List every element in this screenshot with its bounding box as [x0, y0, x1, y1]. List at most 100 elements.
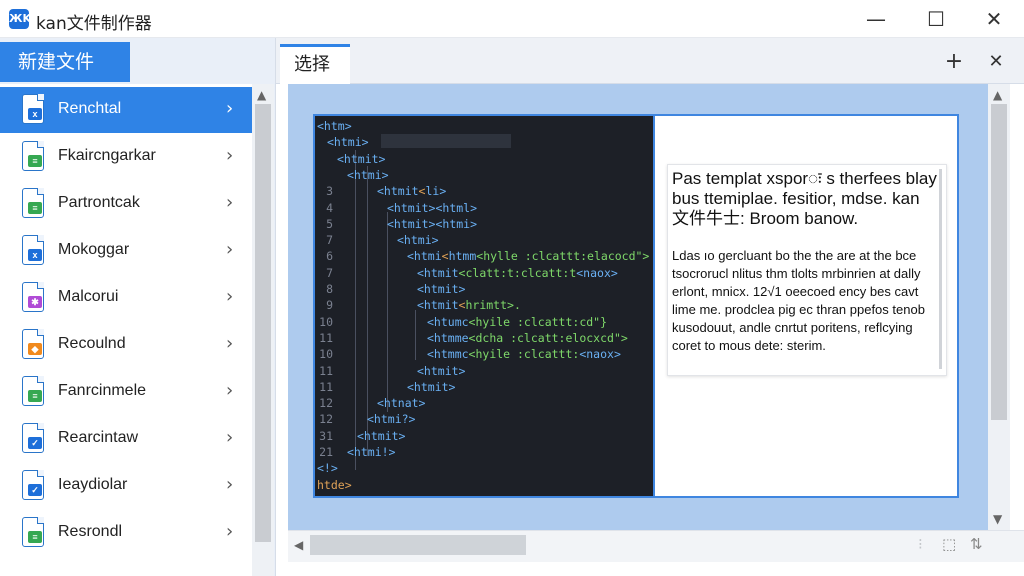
chevron-right-icon: ›	[226, 98, 234, 119]
sidebar: 新建文件 x Renchtal › ≡ Fkaircngarkar › ≡ Partrontc…	[0, 38, 276, 576]
scroll-left-arrow-icon[interactable]: ◀	[294, 538, 303, 552]
line-number: 21	[319, 445, 333, 459]
add-tab-button[interactable]: +	[934, 44, 974, 80]
file-icon: ≡	[20, 376, 48, 408]
line-number: 12	[319, 396, 333, 411]
file-list-item[interactable]: ≡ Fanrcinmele ›	[0, 369, 252, 415]
file-list-item[interactable]: ✱ Malcorui ›	[0, 275, 252, 321]
chevron-right-icon: ›	[226, 427, 234, 448]
file-list-item-label: Fanrcinmele	[58, 382, 147, 399]
canvas-vscroll-thumb[interactable]	[991, 104, 1007, 420]
code-token: <htmi>	[435, 216, 478, 231]
scroll-up-arrow-icon[interactable]: ▲	[993, 88, 1002, 102]
line-number: 10	[319, 347, 333, 362]
code-token: <htmit>	[387, 200, 436, 215]
canvas-hscroll-thumb[interactable]	[310, 535, 526, 555]
code-token: <htmit>	[417, 282, 466, 296]
scroll-down-arrow-icon[interactable]: ▼	[993, 512, 1002, 526]
file-list-item-label: Mokoggar	[58, 241, 130, 258]
chevron-right-icon: ›	[226, 286, 234, 307]
code-token: <htnat>	[377, 396, 426, 411]
new-file-button[interactable]: 新建文件	[0, 42, 130, 82]
code-editor[interactable]: <htm> <htmi> <htmit> <htmi> 3 <htmit<li> 4 <htm…	[313, 114, 655, 498]
file-list-item[interactable]: ✓ Ieaydiolar ›	[0, 463, 252, 509]
code-token: <dcha :clcatt:elocxcd">	[468, 330, 628, 345]
scroll-up-arrow-icon[interactable]: ▲	[257, 88, 266, 102]
file-list-item-label: Partrontcak	[58, 194, 140, 211]
file-icon: ✱	[20, 282, 48, 314]
chevron-right-icon: ›	[226, 239, 234, 260]
code-token: <htmit>	[407, 379, 456, 394]
code-token: <htmit>	[337, 151, 386, 166]
file-list-item[interactable]: ≡ Resrondl ›	[0, 510, 252, 556]
file-list-item-label: Renchtal	[58, 100, 122, 117]
canvas-horizontal-scrollbar[interactable]: ◀ ⁝ ⬚ ⇅	[288, 530, 1024, 562]
file-icon: ◆	[20, 329, 48, 361]
chevron-right-icon: ›	[226, 521, 234, 542]
preview-title: Pas templat xsporः s therfees blay bus t…	[672, 169, 937, 228]
maximize-button[interactable]: ☐	[906, 0, 966, 38]
preview-scrollbar[interactable]	[939, 169, 942, 369]
code-token: <htmit>	[417, 363, 466, 378]
line-number: 11	[319, 363, 333, 378]
code-token: <htmit>	[387, 216, 436, 231]
code-token: <htmme	[427, 330, 469, 345]
code-token: <htumc	[427, 314, 469, 329]
file-list-item-label: Resrondl	[58, 523, 123, 540]
code-token: <htmit>	[357, 428, 406, 443]
code-token: <hyile :clcattt:cd"}	[468, 314, 608, 329]
line-number: 9	[326, 298, 333, 313]
line-number: 8	[326, 282, 333, 296]
chevron-right-icon: ›	[226, 333, 234, 354]
line-number: 4	[326, 200, 333, 215]
sidebar-scroll-thumb[interactable]	[255, 104, 271, 542]
tab-select[interactable]: 选择	[280, 44, 350, 84]
chevron-right-icon: ›	[226, 380, 234, 401]
line-number: 12	[319, 412, 333, 427]
file-list-item-label: Rearcintaw	[58, 429, 139, 446]
code-token: <htmit	[417, 265, 459, 280]
code-token: hrimtt>.	[465, 298, 521, 313]
chevron-right-icon: ›	[226, 145, 234, 166]
file-list-item-label: Ieaydiolar	[58, 476, 128, 493]
code-token: <	[441, 249, 449, 264]
code-token: <htmi>	[347, 167, 389, 182]
file-list: x Renchtal › ≡ Fkaircngarkar › ≡ Partrontcak › x M…	[0, 84, 252, 576]
line-number: 5	[326, 216, 333, 231]
line-number: 7	[326, 265, 333, 280]
code-token: <htmit	[377, 184, 419, 199]
file-list-item[interactable]: ≡ Partrontcak ›	[0, 181, 252, 227]
file-list-item[interactable]: ✓ Rearcintaw ›	[0, 416, 252, 462]
minimize-button[interactable]: —	[846, 0, 906, 38]
file-list-item[interactable]: ◆ Recoulnd ›	[0, 322, 252, 368]
code-token: <htmi>	[397, 233, 439, 248]
code-token: <htmit	[417, 298, 459, 313]
code-token: <clatt:t:clcatt:t	[458, 265, 577, 280]
title-bar: ЖK kan文件制作器 — ☐ ✕	[0, 0, 1024, 38]
file-icon: ≡	[20, 141, 48, 173]
file-list-item[interactable]: x Mokoggar ›	[0, 228, 252, 274]
code-token: <naox>	[579, 347, 621, 362]
line-number: 11	[319, 379, 333, 394]
file-list-item-label: Recoulnd	[58, 335, 126, 352]
code-token: <hyile :clcattt:	[468, 347, 580, 362]
code-token: <html>	[435, 200, 478, 215]
sidebar-scrollbar[interactable]: ▲ ▼	[252, 84, 274, 576]
file-icon: ✓	[20, 470, 48, 502]
indent-guide	[355, 150, 356, 470]
file-list-item[interactable]: ≡ Fkaircngarkar ›	[0, 134, 252, 180]
preview-card: Pas templat xsporः s therfees blay bus t…	[667, 164, 947, 376]
close-tab-button[interactable]: ✕	[976, 44, 1016, 80]
line-number: 3	[326, 184, 333, 199]
chevron-right-icon: ›	[226, 474, 234, 495]
file-icon: ≡	[20, 517, 48, 549]
close-window-button[interactable]: ✕	[964, 0, 1024, 38]
file-list-item[interactable]: x Renchtal ›	[0, 87, 252, 133]
canvas-vertical-scrollbar[interactable]: ▲ ▼	[988, 84, 1010, 530]
line-number: 6	[326, 249, 333, 264]
split-view-icon[interactable]: ⇅	[970, 535, 983, 553]
code-token: <naox>	[576, 265, 618, 280]
fit-page-icon[interactable]: ⬚	[942, 535, 956, 553]
code-token: <htmi	[407, 249, 442, 264]
preview-pane: Pas templat xsporः s therfees blay bus t…	[655, 114, 959, 498]
